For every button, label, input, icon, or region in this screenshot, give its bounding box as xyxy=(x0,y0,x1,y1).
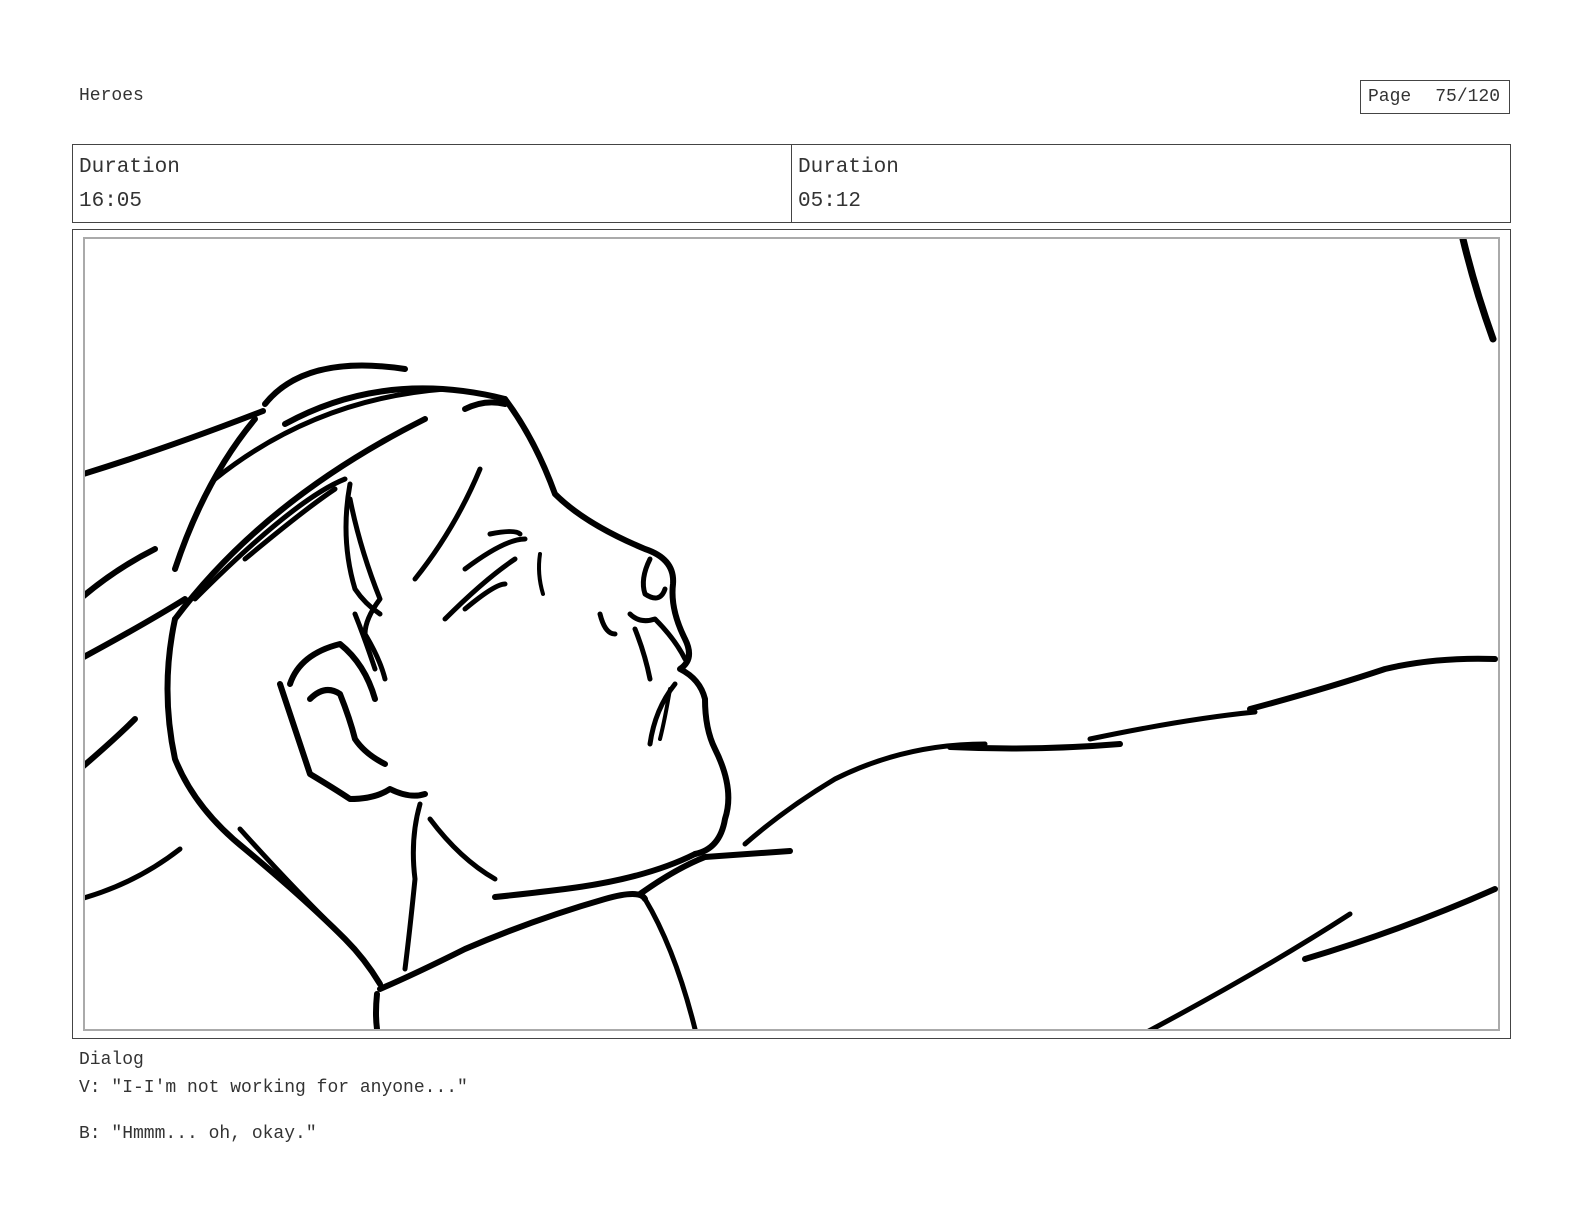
duration-label: Duration xyxy=(798,156,899,179)
sketch-stroke xyxy=(502,396,732,857)
sketch-stroke xyxy=(642,896,698,1029)
panel-frame xyxy=(83,237,1500,1031)
sketch-stroke xyxy=(1459,239,1497,343)
page-number: 75/120 xyxy=(1435,87,1501,107)
sketch-stroke xyxy=(277,681,428,802)
dialog-heading: Dialog xyxy=(79,1050,144,1070)
sketch-stroke xyxy=(377,891,648,992)
sketch-stroke xyxy=(597,611,618,637)
sketch-stroke xyxy=(1147,911,1353,1029)
duration-value: 16:05 xyxy=(79,190,143,213)
page-label: Page xyxy=(1368,87,1412,107)
sketch-stroke xyxy=(402,801,423,972)
sketch-stroke xyxy=(85,846,183,901)
duration-value: 05:12 xyxy=(798,190,862,213)
sketch-stroke xyxy=(632,626,653,682)
sketch-stroke xyxy=(427,816,498,882)
sketch-stroke xyxy=(537,552,545,596)
sketch-stroke xyxy=(1087,709,1258,742)
duration-label: Duration xyxy=(79,156,180,179)
sketch-stroke xyxy=(462,399,508,412)
duration-cell-2: Duration 05:12 xyxy=(791,145,1510,222)
sketch-stroke xyxy=(637,848,793,897)
page-indicator: Page 75/120 xyxy=(1360,80,1510,114)
sketch-stroke xyxy=(85,546,158,599)
sketch-stroke xyxy=(442,556,518,622)
sketch-stroke xyxy=(1247,655,1498,712)
sketch-stroke xyxy=(487,529,523,537)
sketch-illustration xyxy=(85,239,1498,1029)
sketch-stroke xyxy=(373,991,380,1029)
storyboard-panel xyxy=(72,229,1511,1039)
sketch-stroke xyxy=(462,536,528,572)
sketch-stroke xyxy=(164,616,383,987)
sketch-stroke xyxy=(172,416,428,622)
duration-table: Duration 16:05 Duration 05:12 xyxy=(72,144,1511,223)
dialog-line: V: "I-I'm not working for anyone..." xyxy=(79,1078,468,1098)
sketch-stroke xyxy=(237,826,328,922)
project-title: Heroes xyxy=(79,86,144,106)
sketch-stroke xyxy=(640,556,668,601)
dialog-line: B: "Hmmm... oh, okay." xyxy=(79,1124,317,1144)
sketch-stroke xyxy=(85,716,138,769)
duration-cell-1: Duration 16:05 xyxy=(73,145,791,222)
sketch-stroke xyxy=(742,741,988,847)
